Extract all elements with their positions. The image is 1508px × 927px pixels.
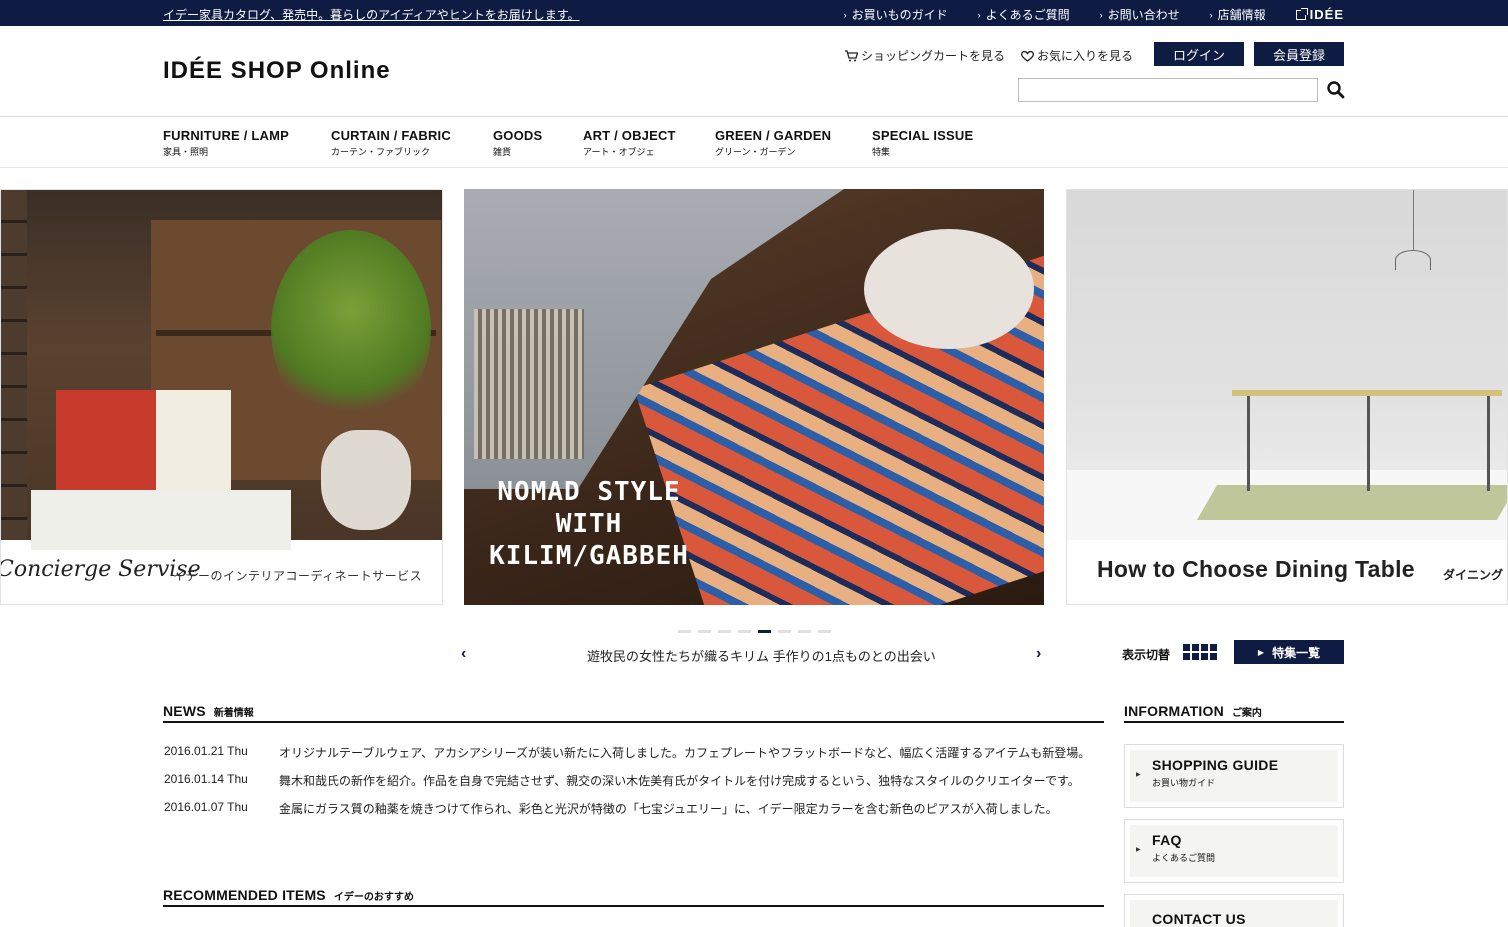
slide-photo: [1, 190, 442, 550]
news-item[interactable]: 2016.01.07 Thu 金属にガラス質の釉薬を焼きつけて作られ、彩色と光沢が…: [164, 800, 1058, 817]
slide-caption: How to Choose Dining Table: [1097, 556, 1415, 582]
search-icon[interactable]: [1326, 80, 1346, 100]
nav-furniture-lamp[interactable]: FURNITURE / LAMP 家具・照明: [163, 128, 289, 158]
top-links: › お買いものガイド › よくあるご質問 › お問い合わせ › 店舗情報 IDÉE: [814, 6, 1344, 23]
store-info-link[interactable]: › 店舗情報: [1210, 6, 1266, 23]
slider-dot[interactable]: [798, 630, 811, 633]
slider-next-button[interactable]: ›: [1036, 645, 1041, 663]
chevron-left-icon: ‹: [461, 645, 467, 662]
information-divider: [1124, 721, 1344, 723]
recommended-heading: RECOMMENDED ITEMS イデーのおすすめ: [163, 887, 414, 903]
slider-dot[interactable]: [678, 630, 691, 633]
nav-divider: [0, 116, 1508, 117]
heart-icon: [1021, 50, 1034, 62]
catalog-announcement-link[interactable]: イデー家具カタログ、発売中。暮らしのアイディアやヒントをお届けします。: [163, 6, 580, 23]
triangle-right-icon: ▶: [1136, 847, 1141, 853]
news-item[interactable]: 2016.01.14 Thu 舞木和哉氏の新作を紹介。作品を自身で完結させず、親交…: [164, 772, 1080, 789]
shopping-guide-link[interactable]: › お買いものガイド: [844, 6, 948, 23]
slider-dot[interactable]: [758, 630, 771, 633]
nav-green-garden[interactable]: GREEN / GARDEN グリーン・ガーデン: [715, 128, 831, 158]
slide-nomad-style[interactable]: NOMAD STYLE WITH KILIM/GABBEH: [464, 189, 1044, 605]
info-faq[interactable]: ▶ FAQ よくあるご質問: [1124, 819, 1344, 883]
external-link-icon: [1295, 7, 1308, 20]
slide-caption: Concierge Servise: [0, 557, 201, 582]
news-heading: NEWS 新着情報: [163, 703, 254, 719]
news-divider: [163, 721, 1104, 723]
idee-external-link[interactable]: IDÉE: [1295, 6, 1344, 23]
nav-divider: [0, 167, 1508, 168]
triangle-right-icon: ▶: [1136, 772, 1141, 778]
slider-dot[interactable]: [778, 630, 791, 633]
cart-icon: [845, 49, 858, 61]
feature-list-button[interactable]: ▶ 特集一覧: [1234, 640, 1344, 664]
chevron-right-icon: ›: [1036, 645, 1042, 662]
top-bar: イデー家具カタログ、発売中。暮らしのアイディアやヒントをお届けします。 › お買い…: [0, 0, 1508, 26]
slider-dot[interactable]: [698, 630, 711, 633]
triangle-right-icon: ▶: [1257, 647, 1265, 657]
grid-view-icon[interactable]: [1183, 644, 1217, 660]
chevron-right-icon: ›: [1209, 9, 1213, 20]
faq-link[interactable]: › よくあるご質問: [978, 6, 1070, 23]
view-switch-label: 表示切替: [1122, 648, 1171, 662]
nav-special-issue[interactable]: SPECIAL ISSUE 特集: [872, 128, 973, 158]
slide-caption-ja: イデーのインテリアコーディネートサービス: [173, 569, 423, 583]
favorites-link[interactable]: お気に入りを見る: [1021, 47, 1133, 64]
slide-caption-ja: ダイニング: [1443, 568, 1504, 582]
chevron-right-icon: ›: [1099, 9, 1103, 20]
slider-dot[interactable]: [738, 630, 751, 633]
site-logo[interactable]: IDÉE SHOP Online: [163, 57, 391, 85]
information-heading: INFORMATION ご案内: [1124, 703, 1262, 719]
contact-link[interactable]: › お問い合わせ: [1100, 6, 1180, 23]
slider-pagination: [678, 630, 838, 633]
info-contact-us[interactable]: CONTACT US: [1124, 894, 1344, 927]
cart-link[interactable]: ショッピングカートを見る: [845, 47, 1005, 64]
slider-dot[interactable]: [718, 630, 731, 633]
chevron-right-icon: ›: [977, 9, 981, 20]
nav-curtain-fabric[interactable]: CURTAIN / FABRIC カーテン・ファブリック: [331, 128, 451, 158]
nav-goods[interactable]: GOODS 雑貨: [493, 128, 542, 158]
slider-dot[interactable]: [818, 630, 831, 633]
chevron-right-icon: ›: [843, 9, 847, 20]
login-button[interactable]: ログイン: [1154, 42, 1244, 66]
slide-concierge-service[interactable]: Concierge Servise イデーのインテリアコーディネートサービス: [0, 189, 443, 605]
news-item[interactable]: 2016.01.21 Thu オリジナルテーブルウェア、アカシアシリーズが装い新た…: [164, 744, 1090, 761]
slide-title: NOMAD STYLE WITH KILIM/GABBEH: [489, 477, 689, 571]
info-shopping-guide[interactable]: ▶ SHOPPING GUIDE お買い物ガイド: [1124, 744, 1344, 808]
recommended-divider: [163, 905, 1104, 907]
slider-caption[interactable]: 遊牧民の女性たちが織るキリム 手作りの1点ものとの出会い: [587, 646, 936, 665]
nav-art-object[interactable]: ART / OBJECT アート・オブジェ: [583, 128, 676, 158]
slide-dining-table[interactable]: How to Choose Dining Table ダイニング: [1066, 189, 1508, 605]
search-input[interactable]: [1018, 78, 1318, 102]
slider-prev-button[interactable]: ‹: [461, 645, 466, 663]
register-button[interactable]: 会員登録: [1254, 42, 1344, 66]
